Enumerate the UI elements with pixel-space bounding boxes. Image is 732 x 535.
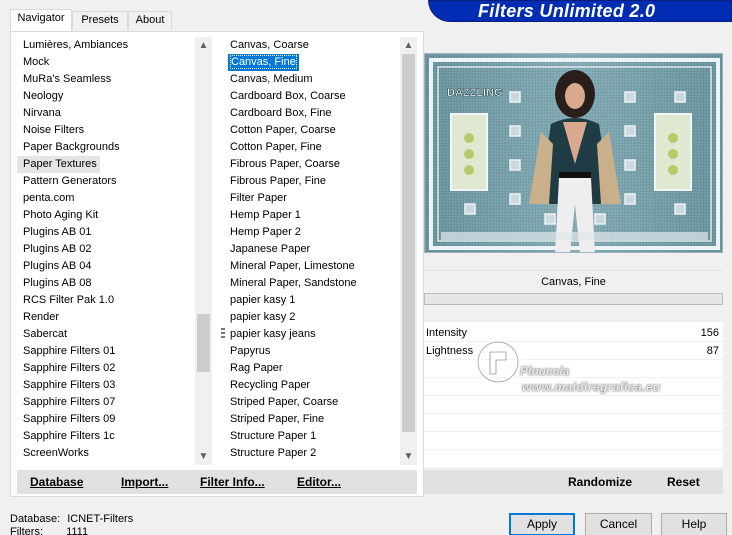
filter-item[interactable]: Canvas, Fine	[228, 54, 299, 71]
reset-link[interactable]: Reset	[667, 470, 700, 494]
category-list[interactable]: Lumières, Ambiances Mock MuRa's Seamless Ne…	[17, 37, 195, 465]
status-filters-value: 1111	[66, 526, 89, 535]
filter-item[interactable]: Cotton Paper, Fine	[224, 139, 400, 156]
filter-item[interactable]: Structure Paper 3	[224, 462, 400, 465]
scroll-up-icon[interactable]: ▲	[195, 37, 212, 54]
filter-item[interactable]: Fibrous Paper, Fine	[224, 173, 400, 190]
watermark-line2: www.maidiregrafica.eu	[522, 380, 661, 394]
filter-item[interactable]: Cotton Paper, Coarse	[224, 122, 400, 139]
filter-item[interactable]: Hemp Paper 2	[224, 224, 400, 241]
scrollbar-thumb[interactable]	[402, 54, 415, 432]
scroll-up-icon[interactable]: ▲	[400, 37, 417, 54]
parameter-linkbar: Randomize Reset	[424, 470, 723, 494]
filter-item[interactable]: Papyrus	[224, 343, 400, 360]
param-label: Lightness	[426, 345, 474, 357]
filter-item[interactable]: papier kasy jeans	[224, 326, 400, 343]
category-item[interactable]: Sapphire Filters 1c	[17, 428, 195, 445]
category-item[interactable]: RCS Filter Pak 1.0	[17, 292, 195, 309]
filter-item[interactable]: papier kasy 2	[224, 309, 400, 326]
category-item[interactable]: Sapphire Filters 02	[17, 360, 195, 377]
filter-item[interactable]: Fibrous Paper, Coarse	[224, 156, 400, 173]
filter-scrollbar[interactable]: ▲ ▼	[400, 37, 417, 465]
filter-item[interactable]: Striped Paper, Coarse	[224, 394, 400, 411]
category-item[interactable]: Photo Aging Kit	[17, 207, 195, 224]
randomize-link[interactable]: Randomize	[568, 470, 632, 494]
filter-item[interactable]: Filter Paper	[224, 190, 400, 207]
filter-item[interactable]: Cardboard Box, Fine	[224, 105, 400, 122]
category-item[interactable]: Plugins AB 01	[17, 224, 195, 241]
category-item[interactable]: Sapphire Filters 01	[17, 343, 195, 360]
filter-item[interactable]: Mineral Paper, Sandstone	[224, 275, 400, 292]
category-item[interactable]: Paper Textures	[17, 156, 100, 173]
preview-artwork: DAZZLING	[425, 54, 722, 252]
filter-item[interactable]: Canvas, Coarse	[224, 37, 400, 54]
category-item[interactable]: Sapphire Filters 09	[17, 411, 195, 428]
cancel-button[interactable]: Cancel	[585, 513, 652, 535]
filter-list[interactable]: Canvas, Coarse Canvas, Fine Canvas, Medium…	[224, 37, 400, 465]
status-database-label: Database:	[10, 513, 61, 525]
category-item[interactable]: ScreenWorks	[17, 445, 195, 462]
category-item[interactable]: MuRa's Seamless	[17, 71, 195, 88]
editor-link[interactable]: Editor...	[297, 470, 341, 494]
status-database-value: ICNET-Filters	[67, 513, 134, 525]
filter-name-display: Canvas, Fine	[424, 270, 723, 294]
filter-item[interactable]: Recycling Paper	[224, 377, 400, 394]
category-item[interactable]: Noise Filters	[17, 122, 195, 139]
scroll-down-icon[interactable]: ▼	[400, 448, 417, 465]
category-item[interactable]: Plugins AB 04	[17, 258, 195, 275]
filter-item[interactable]: Canvas, Medium	[224, 71, 400, 88]
category-item[interactable]: Neology	[17, 88, 195, 105]
category-item[interactable]: Sapphire Filters 03	[17, 377, 195, 394]
param-label: Intensity	[426, 327, 467, 339]
scrollbar-thumb[interactable]	[197, 314, 210, 372]
filter-item[interactable]: Mineral Paper, Limestone	[224, 258, 400, 275]
filter-item-label: Canvas, Fine	[230, 55, 297, 69]
category-item[interactable]: Sp...	[17, 462, 195, 465]
import-link[interactable]: Import...	[121, 470, 168, 494]
category-item[interactable]: Mock	[17, 54, 195, 71]
filter-item[interactable]: Structure Paper 1	[224, 428, 400, 445]
apply-button[interactable]: Apply	[509, 513, 575, 535]
splitter-grip-icon[interactable]	[221, 328, 225, 340]
filter-item[interactable]: papier kasy 1	[224, 292, 400, 309]
filter-item[interactable]: Cardboard Box, Coarse	[224, 88, 400, 105]
category-item[interactable]: Pattern Generators	[17, 173, 195, 190]
param-row-empty	[424, 415, 723, 432]
category-scrollbar[interactable]: ▲ ▼	[195, 37, 212, 465]
watermark: Pinuccia www.maidiregrafica.eu	[472, 336, 712, 400]
tab-about[interactable]: About	[128, 11, 172, 30]
category-item[interactable]: Plugins AB 02	[17, 241, 195, 258]
status-database: Database: ICNET-Filters	[10, 513, 133, 526]
navigator-linkbar: Database Import... Filter Info... Editor…	[17, 470, 417, 494]
status-filters-label: Filters:	[10, 526, 43, 535]
database-link[interactable]: Database	[30, 470, 83, 494]
watermark-logo-icon	[475, 339, 521, 385]
category-item[interactable]: Paper Backgrounds	[17, 139, 195, 156]
scroll-down-icon[interactable]: ▼	[195, 448, 212, 465]
filter-info-link[interactable]: Filter Info...	[200, 470, 265, 494]
category-item[interactable]: Render	[17, 309, 195, 326]
tab-navigator[interactable]: Navigator	[10, 9, 72, 31]
filter-item[interactable]: Striped Paper, Fine	[224, 411, 400, 428]
param-row-empty	[424, 451, 723, 468]
preview-image: DAZZLING	[424, 53, 723, 253]
preview-label: DAZZLING	[447, 87, 503, 99]
filter-item[interactable]: Japanese Paper	[224, 241, 400, 258]
param-row-empty	[424, 433, 723, 450]
category-item[interactable]: Sabercat	[17, 326, 195, 343]
tab-presets[interactable]: Presets	[72, 11, 128, 30]
app-title: Filters Unlimited 2.0	[478, 1, 656, 21]
category-item[interactable]: Plugins AB 08	[17, 275, 195, 292]
status-filters: Filters: 1111	[10, 526, 88, 535]
filter-item[interactable]: Structure Paper 2	[224, 445, 400, 462]
watermark-line1: Pinuccia	[520, 364, 570, 378]
help-button[interactable]: Help	[661, 513, 727, 535]
filter-item[interactable]: Rag Paper	[224, 360, 400, 377]
progress-bar	[424, 293, 723, 305]
filter-item[interactable]: Hemp Paper 1	[224, 207, 400, 224]
category-item[interactable]: Sapphire Filters 07	[17, 394, 195, 411]
category-item[interactable]: Nirvana	[17, 105, 195, 122]
category-item[interactable]: penta.com	[17, 190, 195, 207]
category-item[interactable]: Lumières, Ambiances	[17, 37, 195, 54]
